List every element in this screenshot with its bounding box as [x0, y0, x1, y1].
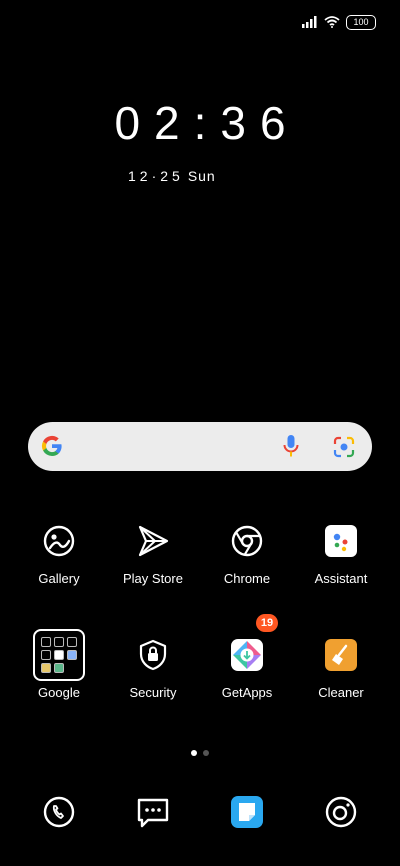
app-getapps[interactable]: 19 GetApps	[199, 614, 295, 700]
app-security[interactable]: Security	[105, 626, 201, 700]
app-cleaner[interactable]: Cleaner	[293, 626, 389, 700]
app-chrome[interactable]: Chrome	[199, 512, 295, 586]
google-lens-icon[interactable]	[332, 435, 356, 459]
dock-phone[interactable]	[39, 792, 79, 832]
messages-icon	[137, 798, 169, 828]
app-label: GetApps	[221, 685, 273, 700]
gallery-icon	[30, 512, 88, 570]
clock-time[interactable]: 02:36	[0, 96, 400, 150]
app-play-store[interactable]: Play Store	[105, 512, 201, 586]
notes-icon	[231, 796, 263, 828]
app-label: Play Store	[123, 571, 183, 586]
chrome-icon	[218, 512, 276, 570]
app-label: Gallery	[38, 571, 80, 586]
app-label: Google	[38, 685, 80, 700]
date-text: 12·25	[128, 168, 184, 184]
signal-icon	[302, 16, 317, 28]
page-indicator	[0, 743, 400, 761]
app-folder-google[interactable]: Google	[11, 626, 107, 700]
wifi-icon	[324, 16, 340, 28]
battery-icon: 100	[346, 14, 376, 30]
dock-camera[interactable]	[321, 792, 361, 832]
camera-icon	[325, 796, 357, 828]
notification-badge: 19	[256, 614, 278, 632]
folder-icon	[30, 626, 88, 684]
broom-icon	[312, 626, 370, 684]
day-of-week: Sun	[187, 168, 216, 184]
app-assistant[interactable]: Assistant	[293, 512, 389, 586]
app-label: Cleaner	[318, 685, 364, 700]
app-label: Assistant	[314, 571, 368, 586]
page-dot	[203, 750, 209, 756]
dock-messages[interactable]	[133, 792, 173, 832]
app-label: Security	[129, 685, 177, 700]
assistant-icon	[312, 512, 370, 570]
page-dot-active	[191, 750, 197, 756]
mic-icon[interactable]	[283, 434, 299, 460]
phone-icon	[43, 796, 75, 828]
status-bar: 100	[302, 14, 376, 30]
google-search-bar[interactable]	[28, 422, 372, 471]
dock-notes[interactable]	[227, 792, 267, 832]
clock-date[interactable]: 12·25 Sun	[128, 168, 216, 184]
play-store-icon	[124, 512, 182, 570]
app-label: Chrome	[223, 571, 271, 586]
shield-lock-icon	[124, 626, 182, 684]
getapps-icon: 19	[218, 614, 278, 684]
app-gallery[interactable]: Gallery	[11, 512, 107, 586]
google-logo-icon	[41, 435, 62, 457]
